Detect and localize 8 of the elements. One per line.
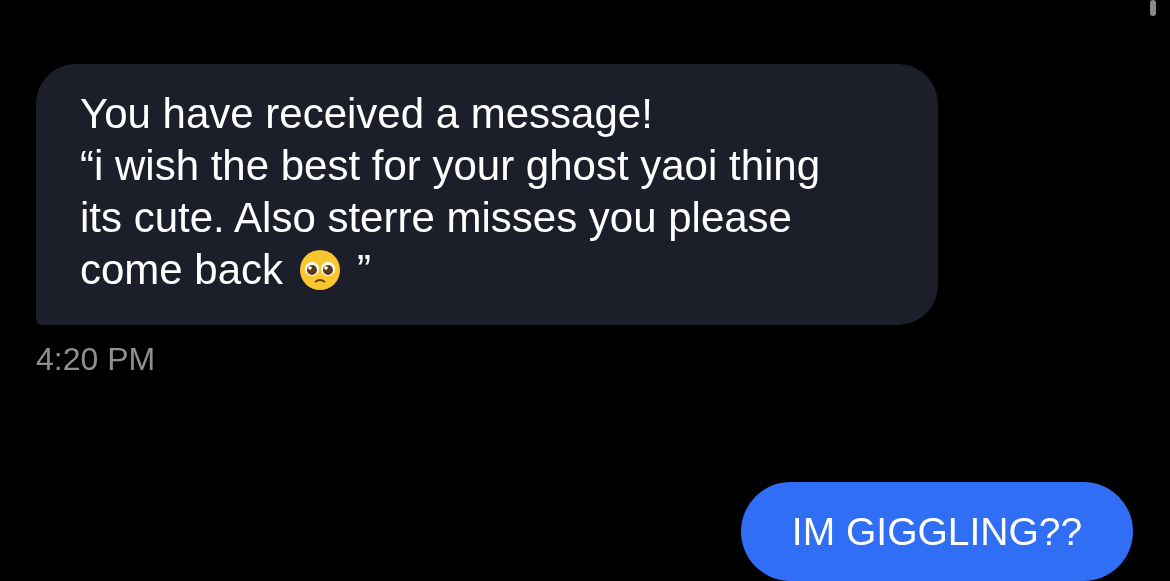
message-text: come back	[80, 245, 284, 295]
message-text: You have received a message!	[80, 89, 653, 139]
scrollbar	[1150, 0, 1156, 16]
message-text: its cute. Also sterre misses you please	[80, 193, 792, 243]
message-text: “i wish the best for your ghost yaoi thing	[80, 141, 821, 191]
message-time: 4:20 PM	[36, 341, 156, 379]
message-text: ”	[357, 245, 372, 295]
sent-message-bubble: IM GIGGLING??	[741, 482, 1133, 581]
